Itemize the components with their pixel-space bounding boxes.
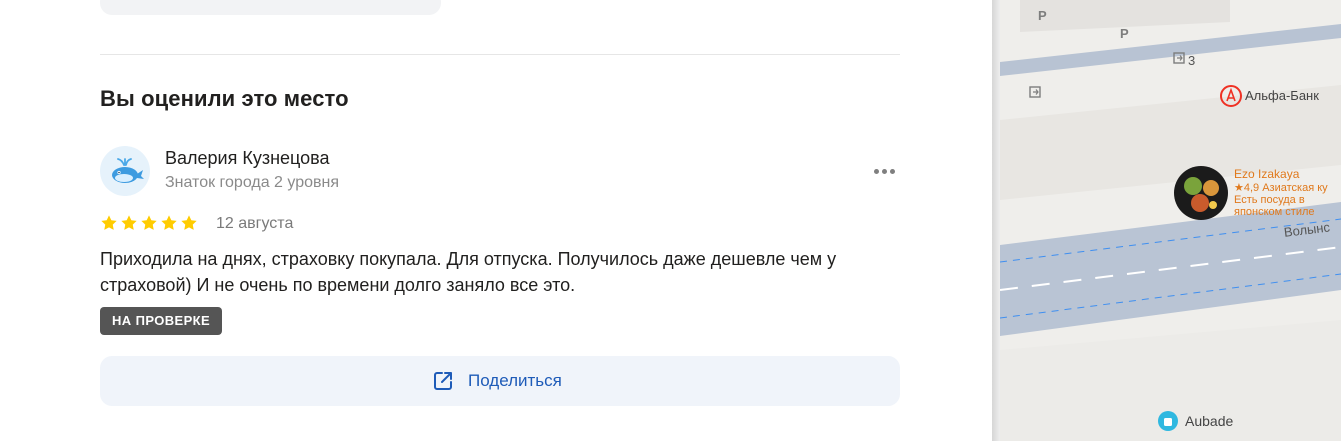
section-divider <box>100 54 900 55</box>
share-label: Поделиться <box>468 371 562 390</box>
more-dot <box>882 169 887 174</box>
whale-icon <box>112 158 144 183</box>
map[interactable]: P P 3 Альфа-Банк Ezo Izakaya ★4,9 Азиатс… <box>1000 0 1341 441</box>
status-badge: НА ПРОВЕРКЕ <box>100 307 223 335</box>
share-button[interactable]: Поделиться <box>100 356 900 406</box>
ezo-photo-detail <box>1191 194 1209 212</box>
author-level: Знаток города 2 уровня <box>165 174 340 191</box>
star-icon <box>101 215 117 230</box>
review-panel: Вы оценили это место Валерия Кузнецова З… <box>0 0 992 441</box>
star-icon <box>121 215 137 230</box>
map-canvas[interactable] <box>1000 0 1341 441</box>
share-external-icon <box>434 372 452 390</box>
aubade-label[interactable]: Aubade <box>1185 413 1233 429</box>
more-dot <box>890 169 895 174</box>
review-date: 12 августа <box>216 215 294 232</box>
review-text: Приходила на днях, страховку покупала. Д… <box>100 249 837 295</box>
alfa-bank-label[interactable]: Альфа-Банк <box>1245 88 1319 103</box>
parking-label: P <box>1120 26 1129 41</box>
entrance-icon <box>1029 86 1041 98</box>
ezo-photo-detail <box>1184 177 1202 195</box>
author-name[interactable]: Валерия Кузнецова <box>165 148 330 169</box>
ezo-photo-detail <box>1209 201 1217 209</box>
share-button-content: Поделиться <box>432 370 562 392</box>
ezo-photo-detail <box>1203 180 1219 196</box>
previous-card <box>100 0 441 15</box>
star-icon <box>161 215 177 230</box>
section-title: Вы оценили это место <box>100 86 349 111</box>
panel-shadow <box>992 0 1000 441</box>
aubade-icon-bag <box>1164 418 1172 426</box>
entrance-number: 3 <box>1188 53 1196 68</box>
ezo-name[interactable]: Ezo Izakaya <box>1234 167 1299 181</box>
ezo-rating: ★4,9 Азиатская ку <box>1234 182 1328 194</box>
ezo-desc: Есть посуда в <box>1234 194 1305 206</box>
more-button[interactable] <box>870 160 900 182</box>
star-icon <box>141 215 157 230</box>
rating-stars <box>100 214 198 232</box>
ezo-desc: японском стиле <box>1234 206 1315 218</box>
more-dots-icon <box>874 169 879 174</box>
avatar[interactable] <box>100 146 150 196</box>
parking-label: P <box>1038 8 1047 23</box>
star-icon <box>181 215 197 230</box>
map-street <box>1000 24 1341 76</box>
